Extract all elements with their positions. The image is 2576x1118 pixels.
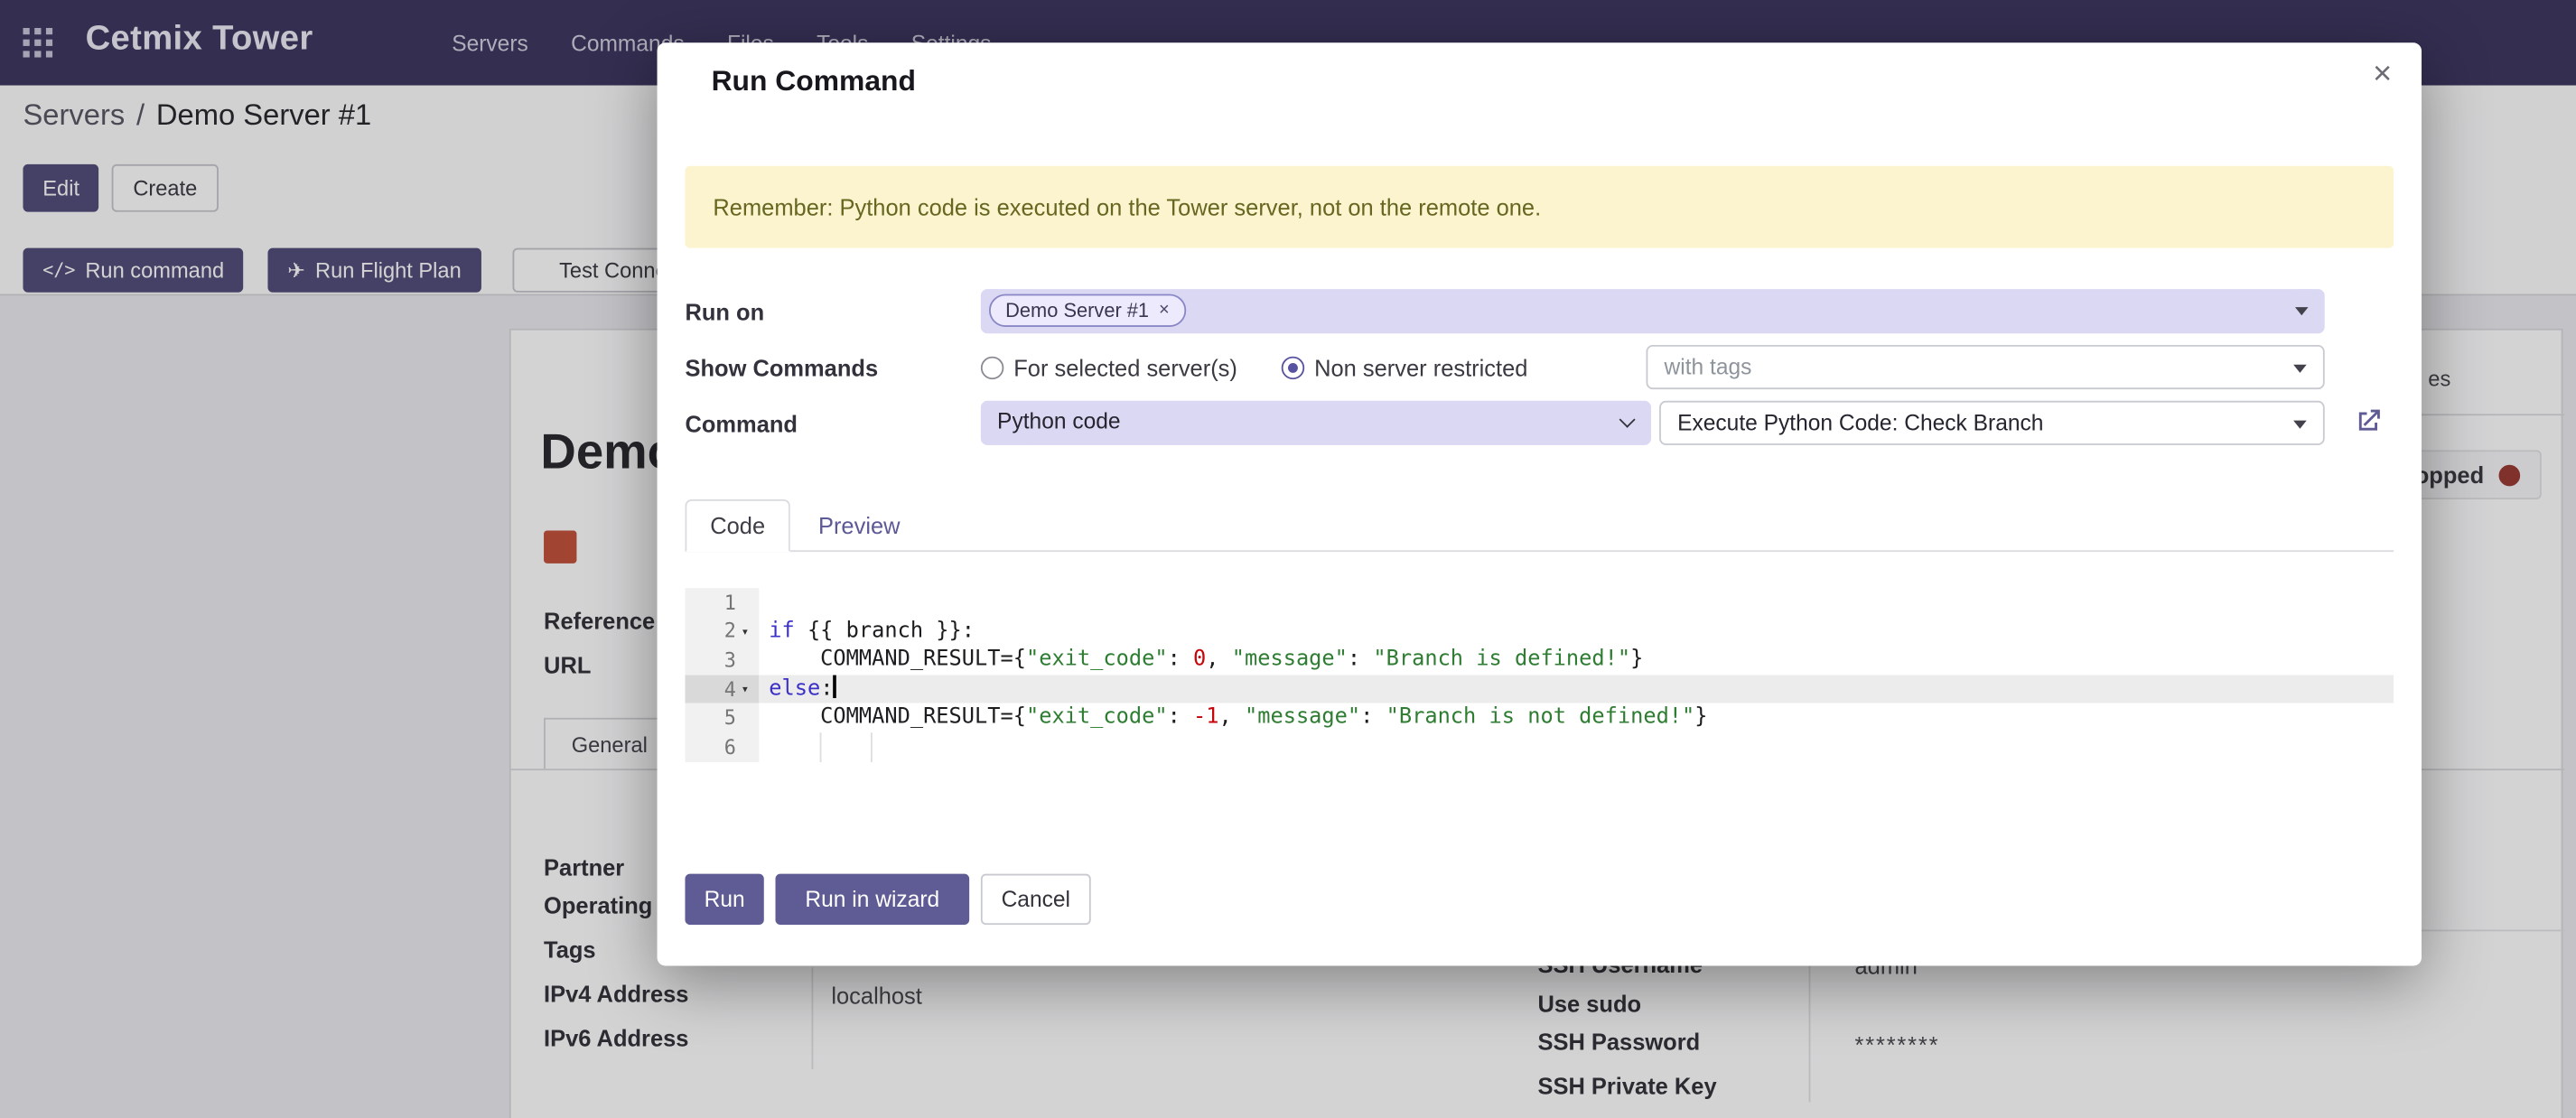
code-line-text	[759, 732, 2394, 761]
python-warning-alert: Remember: Python code is executed on the…	[685, 166, 2394, 248]
run-on-field[interactable]: Demo Server #1 ×	[981, 289, 2325, 333]
code-line-4[interactable]: 4▾else:	[685, 675, 2394, 703]
line-number: 4	[724, 677, 736, 700]
code-line-text	[759, 588, 2394, 617]
command-value: Execute Python Code: Check Branch	[1677, 403, 2043, 445]
line-number: 5	[724, 706, 736, 729]
cancel-button[interactable]: Cancel	[981, 874, 1091, 925]
code-editor-lines: 12▾if {{ branch }}:3 COMMAND_RESULT={"ex…	[685, 588, 2394, 761]
run-on-label: Run on	[685, 299, 764, 325]
gutter-cell: 1	[685, 588, 759, 617]
tab-code[interactable]: Code	[685, 499, 789, 552]
gutter-cell: 4▾	[685, 675, 759, 703]
code-line-text: COMMAND_RESULT={"exit_code": 0, "message…	[759, 646, 2394, 675]
server-tag: Demo Server #1 ×	[989, 294, 1186, 327]
indent-guide	[871, 732, 873, 761]
caret-down-icon	[2293, 365, 2307, 373]
line-number: 2	[724, 620, 736, 642]
text-cursor	[833, 675, 836, 697]
gutter-cell: 3	[685, 646, 759, 675]
tab-preview[interactable]: Preview	[797, 499, 921, 552]
code-editor[interactable]: 12▾if {{ branch }}:3 COMMAND_RESULT={"ex…	[685, 568, 2394, 847]
radio-selected-servers[interactable]	[981, 357, 1003, 379]
code-line-text: if {{ branch }}:	[759, 617, 2394, 646]
code-line-3[interactable]: 3 COMMAND_RESULT={"exit_code": 0, "messa…	[685, 646, 2394, 675]
server-tag-label: Demo Server #1	[1005, 299, 1149, 321]
chevron-down-icon	[1619, 412, 1636, 428]
line-number: 3	[724, 648, 736, 671]
tabs-underline	[685, 550, 2394, 552]
code-line-1[interactable]: 1	[685, 588, 2394, 617]
code-line-2[interactable]: 2▾if {{ branch }}:	[685, 617, 2394, 646]
line-number: 1	[724, 591, 736, 613]
line-number: 6	[724, 735, 736, 758]
caret-down-icon	[2293, 421, 2307, 429]
radio-selected-servers-label[interactable]: For selected server(s)	[1013, 355, 1237, 381]
fold-caret-icon[interactable]: ▾	[736, 617, 754, 646]
alert-text: Remember: Python code is executed on the…	[713, 194, 1541, 220]
fold-caret-icon[interactable]: ▾	[736, 675, 754, 703]
radio-non-server-restricted-label[interactable]: Non server restricted	[1314, 355, 1527, 381]
command-label: Command	[685, 411, 798, 437]
tag-remove-icon[interactable]: ×	[1159, 301, 1170, 321]
show-commands-label: Show Commands	[685, 355, 878, 381]
screen: Cetmix Tower ServersCommandsFilesToolsSe…	[0, 0, 2576, 1118]
run-button[interactable]: Run	[685, 874, 763, 925]
with-tags-placeholder: with tags	[1665, 347, 1752, 387]
command-type-select[interactable]: Python code	[981, 401, 1651, 445]
close-icon[interactable]: ×	[2373, 56, 2392, 94]
caret-down-icon	[2295, 307, 2309, 315]
gutter-cell: 5	[685, 703, 759, 732]
code-line-5[interactable]: 5 COMMAND_RESULT={"exit_code": -1, "mess…	[685, 703, 2394, 732]
code-line-6[interactable]: 6	[685, 732, 2394, 761]
command-type-value: Python code	[997, 401, 1121, 443]
run-command-modal: Run Command × Remember: Python code is e…	[658, 42, 2422, 965]
external-link-icon[interactable]	[2353, 405, 2385, 437]
modal-title: Run Command	[712, 64, 916, 98]
code-line-text: COMMAND_RESULT={"exit_code": -1, "messag…	[759, 703, 2394, 732]
indent-guide	[820, 732, 822, 761]
gutter-cell: 2▾	[685, 617, 759, 646]
gutter-cell: 6	[685, 732, 759, 761]
command-select[interactable]: Execute Python Code: Check Branch	[1659, 401, 2325, 445]
run-in-wizard-button[interactable]: Run in wizard	[776, 874, 970, 925]
radio-non-server-restricted[interactable]	[1282, 357, 1304, 379]
with-tags-dropdown[interactable]: with tags	[1647, 345, 2325, 389]
code-line-text: else:	[759, 675, 2394, 703]
